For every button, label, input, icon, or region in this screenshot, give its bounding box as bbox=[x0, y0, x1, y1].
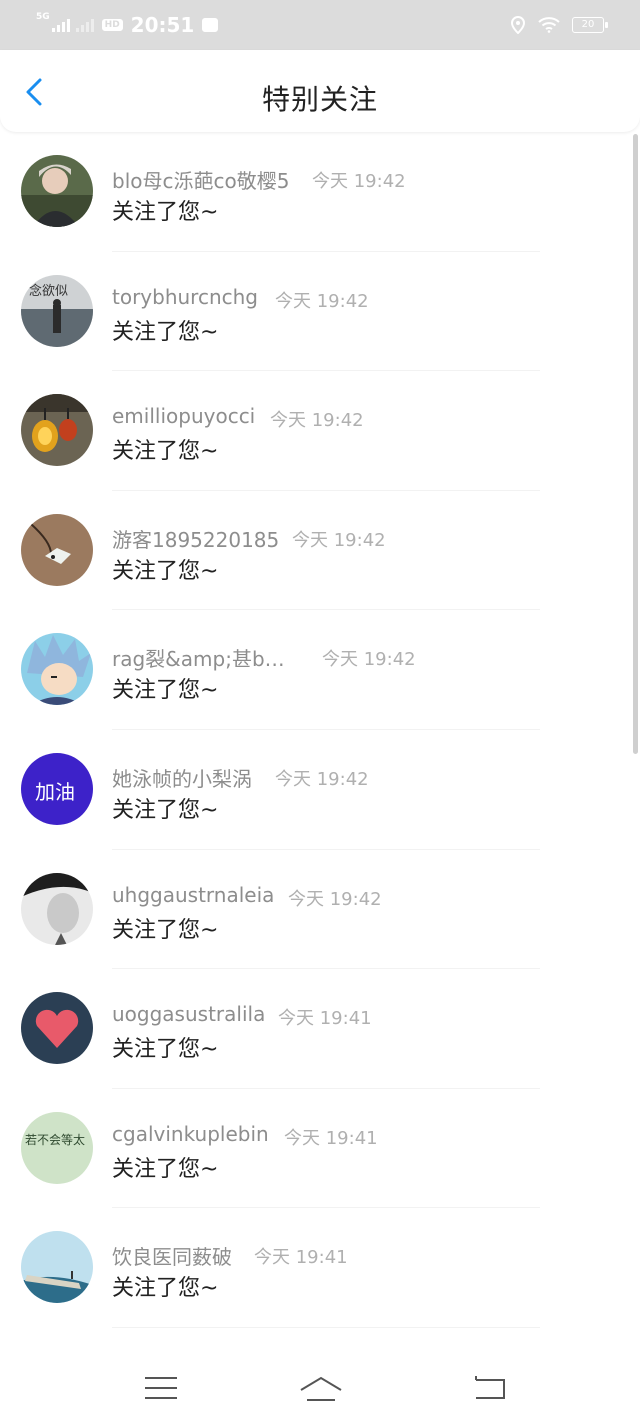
list-item[interactable]: 饮良医同薮破 今天 19:41 关注了您~ bbox=[0, 1208, 640, 1328]
timestamp: 今天 19:42 bbox=[270, 410, 364, 432]
signal-icon-secondary bbox=[75, 18, 94, 32]
wifi-icon bbox=[538, 17, 560, 33]
user-name[interactable]: cgalvinkuplebin bbox=[112, 1122, 269, 1146]
avatar[interactable] bbox=[21, 872, 93, 945]
message-text: 关注了您~ bbox=[112, 678, 219, 704]
user-name[interactable]: torybhurcnchg bbox=[112, 285, 258, 309]
page-title: 特别关注 bbox=[261, 83, 378, 116]
avatar[interactable] bbox=[21, 992, 93, 1065]
user-name[interactable]: uhggaustrnaleia bbox=[112, 883, 274, 907]
message-text: 关注了您~ bbox=[112, 917, 219, 943]
user-name[interactable]: 她泳帧的小梨涡 bbox=[112, 763, 252, 792]
signal-icon bbox=[51, 18, 70, 32]
message-text: 关注了您~ bbox=[112, 1037, 219, 1063]
avatar-label: 念欲似 bbox=[29, 283, 68, 299]
nav-bar: 特别关注 bbox=[0, 50, 640, 132]
avatar[interactable] bbox=[21, 513, 93, 586]
avatar[interactable]: 若不会等太 bbox=[21, 1111, 93, 1184]
user-name[interactable]: blo母c泺葩co敬樱5 bbox=[112, 165, 289, 194]
avatar[interactable]: 加油 bbox=[21, 752, 93, 825]
user-name[interactable]: rag裂&amp;甚b… bbox=[112, 643, 285, 672]
timestamp: 今天 19:42 bbox=[292, 529, 386, 551]
timestamp: 今天 19:42 bbox=[275, 768, 369, 790]
avatar[interactable]: 念欲似 bbox=[21, 274, 93, 347]
timestamp: 今天 19:42 bbox=[275, 290, 369, 312]
user-name[interactable]: 饮良医同薮破 bbox=[112, 1241, 232, 1270]
user-name[interactable]: 游客1895220185 bbox=[112, 524, 279, 553]
avatar-label: 若不会等太 bbox=[25, 1132, 85, 1147]
list-item[interactable]: 念欲似 torybhurcnchg 今天 19:42 关注了您~ bbox=[0, 252, 640, 372]
list-item[interactable]: uoggasustralila 今天 19:41 关注了您~ bbox=[0, 969, 640, 1089]
timestamp: 今天 19:42 bbox=[312, 171, 406, 192]
avatar-label: 加油 bbox=[35, 780, 75, 804]
menu-icon bbox=[145, 1377, 177, 1399]
message-text: 关注了您~ bbox=[112, 797, 219, 823]
list-item[interactable]: rag裂&amp;甚b… 今天 19:42 关注了您~ bbox=[0, 610, 640, 730]
avatar[interactable] bbox=[21, 1231, 93, 1304]
status-time: 20:51 bbox=[130, 13, 195, 37]
status-bar: 5G HD 20:51 20 bbox=[0, 0, 640, 50]
user-name[interactable]: uoggasustralila bbox=[112, 1002, 265, 1026]
home-button[interactable] bbox=[298, 1370, 344, 1406]
system-nav-bar bbox=[0, 1330, 640, 1427]
avatar[interactable] bbox=[21, 394, 93, 467]
timestamp: 今天 19:41 bbox=[278, 1008, 372, 1030]
timestamp: 今天 19:41 bbox=[284, 1127, 378, 1149]
message-text: 关注了您~ bbox=[112, 200, 219, 225]
message-text: 关注了您~ bbox=[112, 1276, 219, 1302]
list-item[interactable]: 游客1895220185 今天 19:42 关注了您~ bbox=[0, 491, 640, 611]
back-nav-button[interactable] bbox=[470, 1370, 510, 1406]
list-item[interactable]: blo母c泺葩co敬樱5 今天 19:42 关注了您~ bbox=[0, 132, 640, 252]
message-text: 关注了您~ bbox=[112, 1156, 219, 1182]
list-item[interactable]: 若不会等太 cgalvinkuplebin 今天 19:41 关注了您~ bbox=[0, 1089, 640, 1209]
list-item[interactable]: emilliopuyocci 今天 19:42 关注了您~ bbox=[0, 371, 640, 491]
message-text: 关注了您~ bbox=[112, 439, 219, 465]
avatar[interactable] bbox=[21, 633, 93, 706]
hd-icon: HD bbox=[101, 19, 123, 31]
list-item[interactable]: 加油 她泳帧的小梨涡 今天 19:42 关注了您~ bbox=[0, 730, 640, 850]
divider bbox=[112, 1326, 540, 1328]
network-type: 5G bbox=[36, 12, 50, 22]
timestamp: 今天 19:42 bbox=[322, 649, 416, 671]
list-item[interactable]: uhggaustrnaleia 今天 19:42 关注了您~ bbox=[0, 850, 640, 970]
scrollbar[interactable] bbox=[633, 134, 638, 754]
message-text: 关注了您~ bbox=[112, 319, 219, 345]
timestamp: 今天 19:42 bbox=[288, 888, 382, 910]
timestamp: 今天 19:41 bbox=[254, 1247, 348, 1269]
user-name[interactable]: emilliopuyocci bbox=[112, 404, 255, 428]
follow-list: blo母c泺葩co敬樱5 今天 19:42 关注了您~ 念欲似 torybhur… bbox=[0, 132, 640, 1328]
avatar[interactable] bbox=[21, 155, 93, 227]
menu-button[interactable] bbox=[141, 1370, 181, 1406]
message-notification-icon bbox=[202, 18, 219, 32]
back-icon bbox=[475, 1376, 505, 1399]
message-text: 关注了您~ bbox=[112, 558, 219, 584]
location-icon bbox=[510, 16, 526, 34]
home-icon bbox=[300, 1376, 342, 1401]
battery-icon: 20 bbox=[572, 17, 608, 33]
